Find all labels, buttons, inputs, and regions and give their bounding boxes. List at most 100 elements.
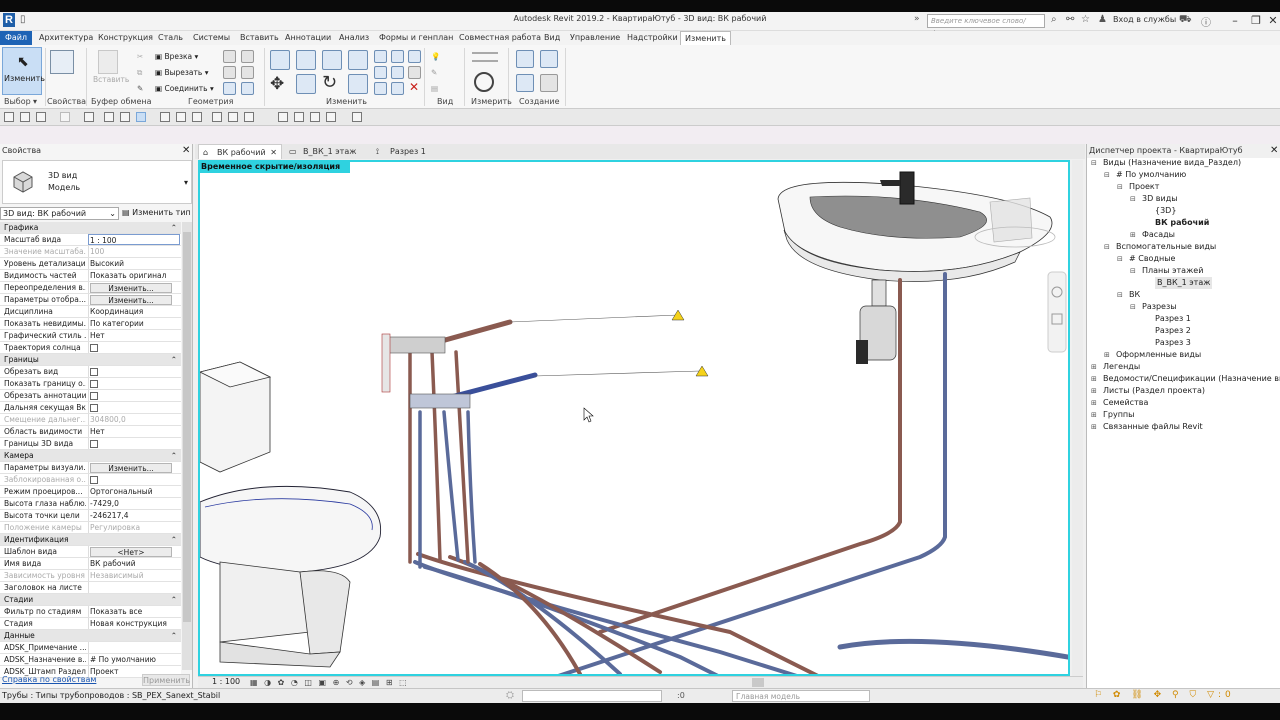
property-value[interactable]: По категории [88,318,180,329]
property-value[interactable]: -7429,0 [88,498,180,509]
collapse-icon[interactable]: ⌃ [171,222,177,234]
default-3d-icon[interactable] [212,112,222,122]
collapse-icon[interactable]: ⊟ [1117,253,1123,265]
override-icon[interactable]: ✎ [431,68,437,77]
subscription-icon[interactable]: ⚯ [1066,14,1074,25]
edit-button[interactable]: <Нет> [90,547,172,557]
menu-architecture[interactable]: Архитектура [35,31,97,45]
geometry-tool-icon[interactable] [241,66,254,79]
window-icon[interactable] [326,112,336,122]
browser-node[interactable]: Фасады [1142,229,1175,241]
redo-icon[interactable] [60,112,70,122]
expand-icon[interactable]: ⊞ [1091,361,1097,373]
menu-steel[interactable]: Сталь [154,31,187,45]
measure-qat-icon[interactable] [120,112,130,122]
browser-node[interactable]: ВК [1129,289,1140,301]
property-row[interactable]: Имя вида ВК рабочий [0,558,181,570]
property-category[interactable]: Камера ⌃ [0,450,181,462]
property-value[interactable]: -246217,4 [88,510,180,521]
user-icon[interactable]: ♟ [1098,14,1107,25]
close-button[interactable]: ✕ [1262,12,1280,30]
property-value[interactable] [88,438,180,449]
expand-icon[interactable]: ⊞ [1130,229,1136,241]
trim-icon[interactable] [348,74,368,94]
checkbox[interactable] [90,440,98,448]
properties-help-link[interactable]: Справка по свойствам [2,675,96,684]
geometry-tool-icon[interactable] [223,50,236,63]
property-value[interactable] [88,342,180,353]
property-row[interactable]: Обрезать вид [0,366,181,378]
menu-modify[interactable]: Изменить [680,31,731,45]
measure-icon[interactable] [474,72,494,92]
browser-node[interactable]: Листы (Раздел проекта) [1103,385,1205,397]
scale-icon[interactable] [391,66,404,79]
property-row[interactable]: Высота точки цели -246217,4 [0,510,181,522]
property-value[interactable]: Нет [88,426,180,437]
create-similar-icon[interactable] [540,74,558,92]
array-icon[interactable] [374,66,387,79]
chevron-right-icon[interactable]: » [914,14,920,24]
property-row[interactable]: Траектория солнца [0,342,181,354]
modify-button[interactable]: ⬉ Изменить [2,47,45,95]
property-value[interactable] [88,378,180,389]
geometry-tool-icon[interactable] [223,82,236,95]
pipe-network[interactable] [381,272,1068,674]
save-icon[interactable] [20,112,30,122]
geometry-tool-icon[interactable] [241,82,254,95]
customize-qat-icon[interactable] [352,112,362,122]
scrollbar-thumb[interactable] [183,232,191,622]
cart-icon[interactable]: ⛟ [1179,14,1192,27]
property-row[interactable]: Значение масштаба... 100 [0,246,181,258]
pin-icon[interactable] [408,50,421,63]
collapse-icon[interactable]: ⌃ [171,450,177,462]
delete-icon[interactable]: ✕ [409,80,419,94]
property-category[interactable]: Стадии ⌃ [0,594,181,606]
browser-node[interactable]: Виды (Назначение вида_Раздел) [1103,157,1241,169]
property-value[interactable]: Высокий [88,258,180,269]
property-row[interactable]: Положение камеры Регулировка [0,522,181,534]
property-row[interactable]: Обрезать аннотации [0,390,181,402]
property-value[interactable] [88,582,180,593]
menu-structure[interactable]: Конструкция [94,31,157,45]
property-row[interactable]: Видимость частей Показать оригинал [0,270,181,282]
menu-manage[interactable]: Управление [566,31,624,45]
sign-in-button[interactable]: Вход в службы [1113,15,1176,24]
navigation-bar[interactable] [1047,271,1067,353]
property-value[interactable]: Координация [88,306,180,317]
undo-icon[interactable] [36,112,46,122]
property-row[interactable]: Дисциплина Координация [0,306,181,318]
menu-file[interactable]: Файл [0,31,32,45]
browser-node[interactable]: Семейства [1103,397,1148,409]
browser-node[interactable]: # Сводные [1129,253,1175,265]
browser-node[interactable]: Разрез 3 [1155,337,1191,349]
sink-model[interactable] [777,171,1056,364]
property-row[interactable]: Показать границу о... [0,378,181,390]
trim-multiple-icon[interactable] [374,82,387,95]
mirror-axis-icon[interactable] [322,50,342,70]
browser-node[interactable]: Разрезы [1142,301,1177,313]
checkbox[interactable] [90,380,98,388]
browser-node[interactable]: Проект [1129,181,1159,193]
property-category[interactable]: Данные ⌃ [0,630,181,642]
menu-systems[interactable]: Системы [189,31,234,45]
geometry-tool-icon[interactable] [223,66,236,79]
horizontal-scroll-thumb[interactable] [752,678,764,687]
browser-node[interactable]: Оформленные виды [1116,349,1201,361]
property-row[interactable]: Уровень детализации Высокий [0,258,181,270]
property-value[interactable]: Показать все [88,606,180,617]
design-option-dropdown[interactable]: Главная модель [732,690,870,702]
expand-icon[interactable]: ⊞ [1104,349,1110,361]
property-value[interactable] [88,390,180,401]
properties-icon[interactable] [50,50,74,74]
property-row[interactable]: Заголовок на листе [0,582,181,594]
property-row[interactable]: Переопределения в... Изменить... [0,282,181,294]
property-row[interactable]: Графический стиль ... Нет [0,330,181,342]
3d-viewport[interactable] [198,160,1070,676]
unpin-icon[interactable] [408,66,421,79]
property-row[interactable]: Режим проециров... Ортогональный [0,486,181,498]
close-hidden-icon[interactable] [294,112,304,122]
cut-geometry-button[interactable]: ▣ Вырезать ▾ [155,68,208,77]
browser-node[interactable]: # По умолчанию [1116,169,1186,181]
checkbox[interactable] [90,476,98,484]
properties-close-icon[interactable]: ✕ [182,145,190,156]
